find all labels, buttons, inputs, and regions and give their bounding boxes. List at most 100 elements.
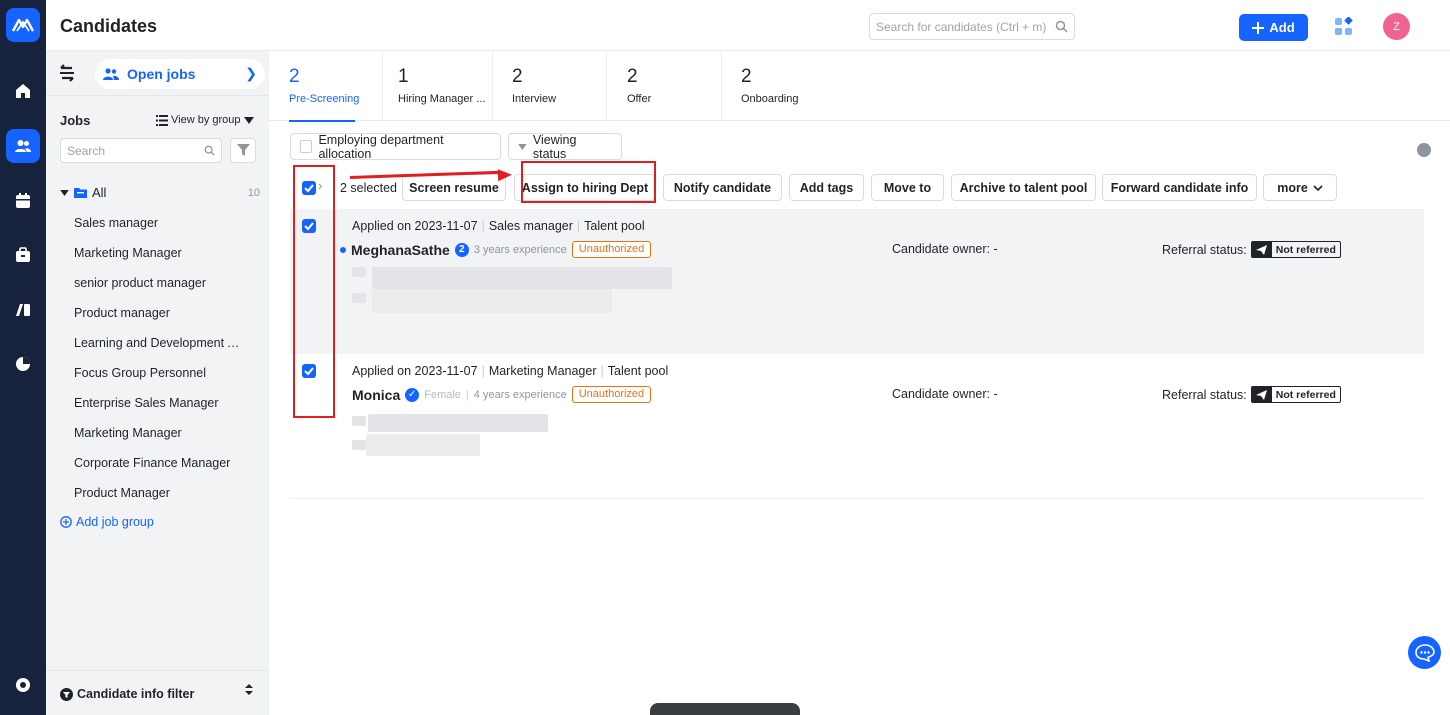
verified-badge-icon: 2: [454, 242, 469, 257]
apps-grid-icon[interactable]: [1334, 16, 1354, 37]
add-tags-button[interactable]: Add tags: [789, 174, 864, 201]
page-title: Candidates: [60, 16, 158, 36]
move-to-button[interactable]: Move to: [871, 174, 944, 201]
people-icon: [103, 68, 119, 80]
user-avatar[interactable]: Z: [1383, 13, 1410, 40]
jobs-sidebar: Open jobs ❯ Jobs View by group Search Al…: [46, 51, 269, 715]
candidate-info-filter[interactable]: Candidate info filter: [46, 670, 269, 715]
dept-allocation-filter[interactable]: Employing department allocation: [290, 132, 501, 161]
candidate-search-input[interactable]: Search for candidates (Ctrl + m): [869, 13, 1075, 40]
expand-toggle-icon[interactable]: [245, 684, 253, 698]
dept-allocation-label: Employing department allocation: [318, 132, 444, 161]
tab-offer[interactable]: 2 Offer: [607, 51, 722, 121]
all-jobs-group[interactable]: All 10: [60, 185, 260, 200]
referral-status: Referral status: Not referred: [1162, 386, 1341, 403]
candidate-info-filter-label: Candidate info filter: [77, 687, 195, 701]
candidate-gender: Female: [424, 388, 461, 401]
unread-dot: [340, 246, 346, 253]
candidate-row[interactable]: Applied on 2023-11-07 | Marketing Manager |…: [290, 354, 1424, 499]
tab-onboarding[interactable]: 2 Onboarding: [721, 51, 836, 121]
job-item[interactable]: Marketing Manager: [74, 241, 244, 271]
add-job-group-label: Add job group: [76, 515, 154, 529]
dept-allocation-checkbox[interactable]: [300, 140, 313, 153]
stage-count: 2: [741, 66, 752, 87]
notify-candidate-button[interactable]: Notify candidate: [663, 174, 782, 201]
annotation-arrow-head: [497, 168, 513, 182]
chevron-down-icon: [1313, 184, 1323, 191]
analytics-icon[interactable]: [6, 347, 40, 381]
referral-status: Referral status: Not referred: [1162, 241, 1341, 258]
annotation-assign-highlight: [521, 161, 656, 203]
status-badge: Unauthorized: [571, 386, 652, 403]
job-item[interactable]: Product Manager: [74, 481, 244, 511]
search-placeholder: Search for candidates (Ctrl + m): [876, 19, 1047, 34]
candidate-row[interactable]: Applied on 2023-11-07 | Sales manager | Tale…: [290, 209, 1424, 354]
referral-label: Referral status:: [1162, 242, 1247, 257]
calendar-icon[interactable]: [6, 184, 40, 218]
candidate-name[interactable]: Monica: [352, 387, 400, 403]
job-item[interactable]: Sales manager: [74, 211, 244, 241]
plus-icon: [1252, 21, 1265, 34]
archive-talent-pool-button[interactable]: Archive to talent pool: [951, 174, 1096, 201]
selected-count: 2 selected: [340, 181, 397, 195]
job-item[interactable]: senior product manager: [74, 271, 244, 301]
viewing-status-label: Viewing status: [532, 132, 577, 161]
job-filter-button[interactable]: [230, 138, 256, 163]
reports-icon[interactable]: [6, 293, 40, 327]
job-search-placeholder: Search: [67, 143, 106, 158]
job-item[interactable]: Marketing Manager: [74, 421, 244, 451]
list-settings-icon[interactable]: [1417, 143, 1431, 157]
contact-icon: [352, 416, 366, 426]
applied-job[interactable]: Sales manager: [489, 219, 573, 233]
add-button[interactable]: Add: [1239, 14, 1308, 41]
list-icon: [156, 114, 168, 126]
verified-badge-icon: ✓: [405, 387, 420, 402]
applied-date: Applied on 2023-11-07: [352, 364, 478, 378]
open-jobs-label: Open jobs: [127, 66, 196, 82]
tab-interview[interactable]: 2 Interview: [492, 51, 607, 121]
settings-icon[interactable]: [6, 668, 40, 702]
view-by-group-toggle[interactable]: View by group: [156, 114, 254, 126]
education-icon: [352, 293, 366, 303]
app-rail: [0, 0, 46, 715]
send-icon: [1251, 242, 1272, 257]
applied-job[interactable]: Marketing Manager: [489, 364, 597, 378]
forward-candidate-info-button[interactable]: Forward candidate info: [1102, 174, 1257, 201]
candidate-name[interactable]: MeghanaSathe: [351, 242, 450, 258]
chat-support-button[interactable]: [1408, 636, 1441, 669]
job-search-input[interactable]: Search: [60, 138, 222, 163]
status-badge: Unauthorized: [571, 241, 652, 258]
tab-pre-screening[interactable]: 2 Pre-Screening: [269, 51, 383, 122]
add-job-group-link[interactable]: Add job group: [60, 515, 154, 529]
job-list: Sales manager Marketing Manager senior p…: [74, 211, 244, 511]
candidates-icon[interactable]: [6, 129, 40, 163]
job-item[interactable]: Focus Group Personnel: [74, 361, 244, 391]
tab-hiring-manager[interactable]: 1 Hiring Manager ...: [378, 51, 493, 121]
stage-label: Onboarding: [741, 93, 799, 105]
more-actions-button[interactable]: more: [1263, 174, 1337, 201]
stage-tabs: 2 Pre-Screening 1 Hiring Manager ... 2 I…: [269, 51, 1450, 122]
bottom-toolbar-handle: [650, 703, 800, 715]
filter-icon: [60, 687, 73, 701]
search-icon: [204, 145, 215, 156]
plus-circle-icon: [60, 516, 72, 528]
job-item[interactable]: Enterprise Sales Manager: [74, 391, 244, 421]
job-item[interactable]: Learning and Development A...: [74, 331, 244, 361]
briefcase-icon[interactable]: [6, 238, 40, 272]
job-item[interactable]: Corporate Finance Manager: [74, 451, 244, 481]
job-item[interactable]: Product manager: [74, 301, 244, 331]
viewing-status-filter[interactable]: Viewing status: [508, 132, 622, 161]
caret-down-icon: [60, 189, 69, 196]
open-jobs-selector[interactable]: Open jobs ❯: [95, 59, 265, 89]
redacted-education: [366, 434, 480, 456]
stage-label: Pre-Screening: [289, 93, 360, 105]
chevron-right-icon: ❯: [245, 65, 257, 81]
home-icon[interactable]: [6, 74, 40, 108]
switch-icon[interactable]: [58, 64, 78, 84]
all-jobs-label: All: [92, 185, 107, 200]
more-label: more: [1277, 180, 1308, 195]
top-header: Candidates Search for candidates (Ctrl +…: [46, 0, 1450, 51]
app-logo-icon[interactable]: [6, 8, 40, 42]
screen-resume-button[interactable]: Screen resume: [402, 174, 506, 201]
candidate-experience: 3 years experience: [473, 243, 567, 256]
